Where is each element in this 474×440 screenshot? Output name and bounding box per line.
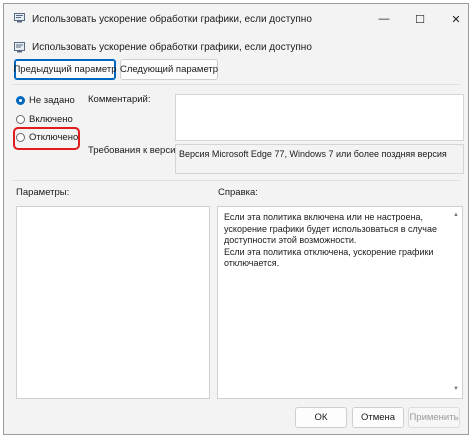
previous-setting-button[interactable]: Предыдущий параметр bbox=[13, 59, 117, 80]
help-scroll-up-icon[interactable]: ▲ bbox=[453, 210, 459, 222]
help-scroll-down-icon[interactable]: ▼ bbox=[453, 384, 459, 396]
radio-enabled-indicator[interactable] bbox=[16, 115, 25, 124]
requirements-field: Версия Microsoft Edge 77, Windows 7 или … bbox=[175, 144, 464, 174]
radio-not-configured-indicator[interactable] bbox=[16, 96, 25, 105]
header-divider bbox=[12, 84, 460, 85]
policy-title: Использовать ускорение обработки графики… bbox=[32, 42, 312, 53]
radio-not-configured[interactable]: Не задано bbox=[16, 94, 75, 107]
apply-button[interactable]: Применить bbox=[408, 407, 460, 428]
close-button[interactable]: ✕ bbox=[438, 4, 474, 34]
cancel-button[interactable]: Отмена bbox=[352, 407, 404, 428]
options-panel-label: Параметры: bbox=[16, 187, 70, 198]
next-setting-button[interactable]: Следующий параметр bbox=[120, 59, 218, 80]
window-title: Использовать ускорение обработки графики… bbox=[32, 14, 312, 25]
options-panel bbox=[16, 206, 210, 399]
minimize-button[interactable]: — bbox=[366, 4, 402, 34]
maximize-button[interactable]: ☐ bbox=[402, 4, 438, 34]
radio-enabled[interactable]: Включено bbox=[16, 113, 73, 126]
help-panel-label: Справка: bbox=[218, 187, 258, 198]
disabled-option-highlight bbox=[13, 127, 80, 150]
help-paragraph-1: Если эта политика включена или не настро… bbox=[224, 212, 437, 245]
radio-not-configured-label: Не задано bbox=[29, 95, 75, 106]
requirements-label: Требования к версии: bbox=[88, 145, 184, 156]
comment-label: Комментарий: bbox=[88, 94, 151, 105]
radio-enabled-label: Включено bbox=[29, 114, 73, 125]
help-paragraph-2: Если эта политика отключена, ускорение г… bbox=[224, 246, 434, 269]
section-divider bbox=[12, 180, 460, 181]
help-panel: Если эта политика включена или не настро… bbox=[217, 206, 463, 399]
comment-textarea[interactable] bbox=[175, 94, 464, 141]
title-bar: Использовать ускорение обработки графики… bbox=[4, 4, 468, 34]
policy-dialog-window: Использовать ускорение обработки графики… bbox=[3, 3, 469, 435]
ok-button[interactable]: ОК bbox=[295, 407, 347, 428]
policy-setting-icon bbox=[14, 42, 25, 53]
policy-app-icon bbox=[14, 13, 25, 23]
